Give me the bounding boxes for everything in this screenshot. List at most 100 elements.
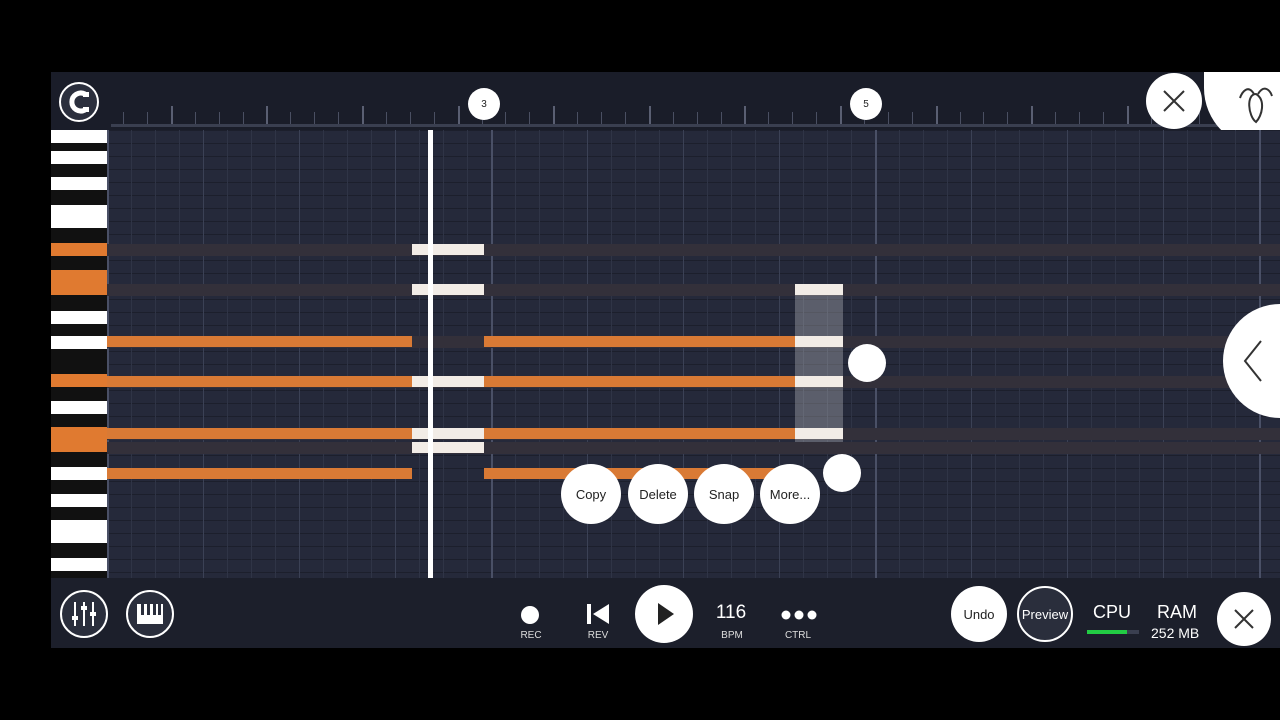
grid-column-line (1091, 130, 1092, 578)
grid-column-line (899, 130, 900, 578)
note-selected[interactable] (795, 284, 843, 295)
rewind-icon[interactable] (585, 602, 611, 631)
more-button[interactable]: More... (760, 464, 820, 524)
ruler-tick (744, 106, 747, 124)
record-icon[interactable] (521, 606, 539, 624)
ram-label: RAM (1157, 602, 1197, 622)
note-selected[interactable] (795, 336, 843, 347)
ruler-tick (529, 112, 531, 124)
ruler-tick (672, 112, 674, 124)
note[interactable] (107, 428, 412, 439)
note-selected[interactable] (795, 428, 843, 439)
grid-row-line (107, 195, 1280, 196)
close-icon[interactable] (1146, 73, 1202, 129)
note-selected[interactable] (412, 376, 484, 387)
piano-key[interactable] (51, 151, 107, 164)
note[interactable] (484, 428, 795, 439)
piano-key[interactable] (51, 467, 107, 480)
grid-column-line (515, 130, 516, 578)
piano-key[interactable] (51, 177, 107, 190)
delete-button[interactable]: Delete (628, 464, 688, 524)
close-icon[interactable] (1217, 592, 1271, 646)
grid-column-line (491, 130, 493, 578)
grid-row-line (107, 182, 1280, 183)
grid-column-line (275, 130, 276, 578)
ruler-tick (123, 112, 124, 124)
highlight-row (107, 442, 1280, 454)
mixer-icon[interactable] (60, 590, 108, 638)
ruler-tick (1055, 112, 1057, 124)
grid-row-line (107, 299, 1280, 300)
note-selected[interactable] (795, 376, 843, 387)
playhead[interactable] (428, 130, 433, 578)
tempo-value[interactable]: 116 (701, 602, 761, 624)
bar-marker-3[interactable]: 3 (468, 88, 500, 120)
piano-key[interactable] (51, 130, 107, 143)
snap-button[interactable]: Snap (694, 464, 754, 524)
rec-label: REC (520, 630, 542, 641)
grid-row-line (107, 559, 1280, 560)
piano-key[interactable] (51, 205, 107, 228)
ruler-tick (1102, 112, 1104, 124)
note-selected[interactable] (412, 428, 484, 439)
timeline-ruler[interactable]: 3 5 (51, 72, 1280, 148)
note[interactable] (107, 336, 412, 347)
piano-key-active[interactable] (51, 374, 107, 387)
ruler-tick (601, 112, 602, 124)
grid-column-line (419, 130, 420, 578)
grid-row-line (107, 481, 1280, 482)
piano-key[interactable] (51, 558, 107, 571)
ruler-tick (362, 106, 364, 124)
selection-resize-handle[interactable] (848, 344, 886, 382)
piano-icon[interactable] (126, 590, 174, 638)
note-selected[interactable] (412, 284, 484, 295)
ram-value: 252 MB (1151, 625, 1200, 641)
more-dots-icon[interactable] (780, 608, 818, 626)
piano-key[interactable] (51, 336, 107, 349)
note[interactable] (107, 468, 412, 479)
grid-row-line (107, 221, 1280, 222)
piano-key[interactable] (51, 494, 107, 507)
note[interactable] (484, 336, 795, 347)
highlight-row (107, 244, 1280, 256)
piano-key[interactable] (51, 401, 107, 414)
play-icon[interactable] (635, 585, 693, 643)
grid-column-line (971, 130, 972, 578)
piano-key[interactable] (51, 520, 107, 543)
grid-row-line (107, 351, 1280, 352)
copy-button[interactable]: Copy (561, 464, 621, 524)
bottom-toolbar: REC REV 116 BPM CTRL Undo Preview CPU RA… (51, 578, 1280, 648)
ruler-tick (553, 106, 556, 124)
preview-button[interactable]: Preview (1017, 586, 1073, 642)
grid-row-line (107, 312, 1280, 313)
ruler-tick (816, 112, 818, 124)
note-selected[interactable] (412, 244, 484, 255)
ruler-tick (1126, 106, 1129, 124)
bar-marker-5[interactable]: 5 (850, 88, 882, 120)
note-selected[interactable] (412, 442, 484, 453)
grid-column-line (131, 130, 132, 578)
note-grid[interactable]: Copy Delete Snap More... (107, 130, 1280, 578)
grid-row-line (107, 130, 1280, 131)
grid-column-line (107, 130, 109, 578)
tempo-label: BPM (721, 630, 743, 641)
ruler-tick (266, 106, 269, 124)
grid-column-line (155, 130, 156, 578)
piano-key[interactable] (51, 311, 107, 324)
magnet-snap-icon[interactable] (59, 82, 99, 122)
grid-column-line (1187, 130, 1188, 578)
note[interactable] (484, 376, 795, 387)
note[interactable] (107, 376, 412, 387)
piano-keyboard[interactable] (51, 130, 107, 578)
grid-column-line (395, 130, 396, 578)
grid-column-line (251, 130, 252, 578)
undo-button[interactable]: Undo (951, 586, 1007, 642)
grid-column-line (299, 130, 300, 578)
ruler-tick (385, 112, 387, 124)
grid-column-line (1043, 130, 1044, 578)
selection-move-handle[interactable] (823, 454, 861, 492)
piano-key-active[interactable] (51, 243, 107, 256)
ruler-tick (768, 112, 770, 124)
piano-key-active[interactable] (51, 270, 107, 295)
piano-key-active[interactable] (51, 427, 107, 452)
